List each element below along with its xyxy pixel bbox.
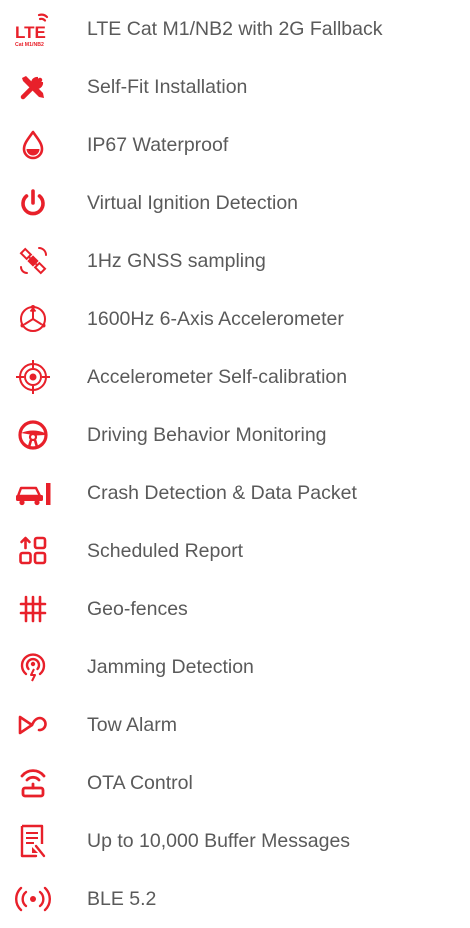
feature-item-buffer: Up to 10,000 Buffer Messages bbox=[0, 812, 470, 870]
power-icon bbox=[13, 174, 53, 232]
feature-label: IP67 Waterproof bbox=[87, 134, 229, 156]
feature-label: Self-Fit Installation bbox=[87, 76, 248, 98]
tow-icon bbox=[13, 696, 53, 754]
feature-label: Tow Alarm bbox=[87, 714, 177, 736]
crosshair-icon bbox=[13, 348, 53, 406]
feature-label: 1Hz GNSS sampling bbox=[87, 250, 266, 272]
feature-item-ota: OTA Control bbox=[0, 754, 470, 812]
feature-item-ble: BLE 5.2 bbox=[0, 870, 470, 928]
feature-label: Crash Detection & Data Packet bbox=[87, 482, 357, 504]
feature-label: Accelerometer Self-calibration bbox=[87, 366, 348, 388]
car-crash-icon bbox=[13, 464, 53, 522]
ota-icon bbox=[13, 754, 53, 812]
feature-label: Jamming Detection bbox=[87, 656, 254, 678]
ble-signal-icon bbox=[13, 870, 53, 928]
feature-label: Scheduled Report bbox=[87, 540, 244, 562]
feature-label: BLE 5.2 bbox=[87, 888, 157, 910]
feature-label: Up to 10,000 Buffer Messages bbox=[87, 830, 351, 852]
lte-badge-main: LTE bbox=[15, 23, 46, 42]
feature-list: LTE Cat M1/NB2 LTE Cat M1/NB2 with 2G Fa… bbox=[0, 0, 470, 919]
scheduled-report-icon bbox=[13, 522, 53, 580]
tools-icon bbox=[13, 58, 53, 116]
feature-label: Geo-fences bbox=[87, 598, 188, 620]
satellite-icon bbox=[13, 232, 53, 290]
feature-label: OTA Control bbox=[87, 772, 193, 794]
feature-label: 1600Hz 6-Axis Accelerometer bbox=[87, 308, 344, 330]
feature-item-tow: Tow Alarm bbox=[0, 696, 470, 754]
feature-item-geo-fences: Geo-fences bbox=[0, 580, 470, 638]
buffer-document-icon bbox=[13, 812, 53, 870]
feature-item-gnss: 1Hz GNSS sampling bbox=[0, 232, 470, 290]
lte-icon: LTE Cat M1/NB2 bbox=[13, 0, 53, 58]
feature-item-driving: Driving Behavior Monitoring bbox=[0, 406, 470, 464]
feature-item-self-fit: Self-Fit Installation bbox=[0, 58, 470, 116]
feature-label: LTE Cat M1/NB2 with 2G Fallback bbox=[87, 18, 383, 40]
feature-item-ip67: IP67 Waterproof bbox=[0, 116, 470, 174]
geo-fence-icon bbox=[13, 580, 53, 638]
accelerometer-axis-icon bbox=[13, 290, 53, 348]
feature-item-crash: Crash Detection & Data Packet bbox=[0, 464, 470, 522]
feature-item-jamming: Jamming Detection bbox=[0, 638, 470, 696]
lte-badge-sub: Cat M1/NB2 bbox=[15, 42, 44, 48]
feature-item-scheduled-report: Scheduled Report bbox=[0, 522, 470, 580]
feature-item-ignition: Virtual Ignition Detection bbox=[0, 174, 470, 232]
feature-item-calibration: Accelerometer Self-calibration bbox=[0, 348, 470, 406]
feature-label: Virtual Ignition Detection bbox=[87, 192, 299, 214]
feature-item-lte: LTE Cat M1/NB2 LTE Cat M1/NB2 with 2G Fa… bbox=[0, 0, 470, 58]
water-drop-icon bbox=[13, 116, 53, 174]
jamming-icon bbox=[13, 638, 53, 696]
feature-item-accelerometer: 1600Hz 6-Axis Accelerometer bbox=[0, 290, 470, 348]
feature-label: Driving Behavior Monitoring bbox=[87, 424, 327, 446]
steering-wheel-icon bbox=[13, 406, 53, 464]
